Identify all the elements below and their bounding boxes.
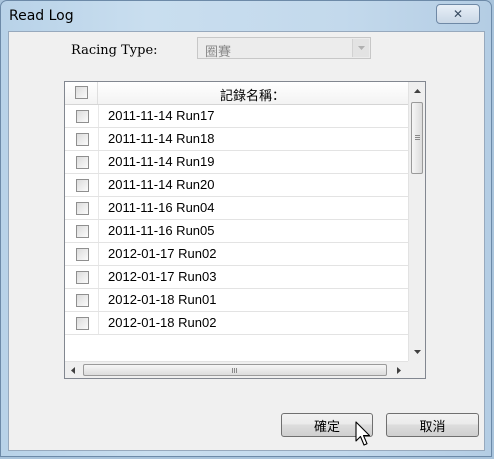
list-item[interactable]: 2012-01-18 Run02 — [65, 312, 415, 335]
column-header-record-name[interactable]: 記錄名稱： — [220, 85, 285, 104]
list-item[interactable]: 2012-01-17 Run03 — [65, 266, 415, 289]
list-rows: 2011-11-14 Run17 2011-11-14 Run18 2011-11-… — [65, 105, 415, 335]
vertical-scrollbar[interactable] — [408, 82, 425, 361]
list-item[interactable]: 2012-01-17 Run02 — [65, 243, 415, 266]
arrow-down-icon — [413, 349, 421, 354]
racing-type-dropdown[interactable]: 圈賽 — [197, 37, 371, 60]
record-name: 2012-01-17 Run02 — [108, 246, 217, 261]
racing-type-value: 圈賽 — [205, 45, 232, 60]
list-item[interactable]: 2011-11-14 Run18 — [65, 128, 415, 151]
row-checkbox[interactable] — [76, 271, 89, 284]
list-item[interactable]: 2012-01-18 Run01 — [65, 289, 415, 312]
row-checkbox[interactable] — [76, 317, 89, 330]
record-name: 2011-11-14 Run20 — [108, 177, 215, 192]
record-name: 2012-01-18 Run02 — [108, 315, 217, 330]
grip-line — [415, 139, 420, 140]
row-checkbox[interactable] — [76, 179, 89, 192]
dialog-title: Read Log — [9, 8, 74, 24]
grip-line — [232, 368, 233, 373]
column-separator — [98, 128, 99, 150]
close-button[interactable]: ✕ — [436, 4, 480, 24]
row-checkbox[interactable] — [76, 225, 89, 238]
log-list[interactable]: 記錄名稱： 2011-11-14 Run17 2011-11-14 Run18 20… — [64, 81, 426, 379]
grip-line — [234, 368, 235, 373]
record-name: 2011-11-14 Run19 — [108, 154, 215, 169]
list-item[interactable]: 2011-11-14 Run19 — [65, 151, 415, 174]
scrollbar-corner — [408, 361, 425, 378]
title-bar[interactable]: Read Log ✕ — [1, 1, 491, 31]
list-item[interactable]: 2011-11-16 Run05 — [65, 220, 415, 243]
scroll-right-button[interactable] — [391, 362, 407, 379]
column-separator — [98, 266, 99, 288]
column-separator — [98, 289, 99, 311]
list-item[interactable]: 2011-11-16 Run04 — [65, 197, 415, 220]
scroll-up-button[interactable] — [409, 82, 425, 99]
row-checkbox[interactable] — [76, 110, 89, 123]
header-check-cell — [65, 82, 98, 104]
mouse-cursor-icon — [355, 421, 371, 446]
row-checkbox[interactable] — [76, 248, 89, 261]
column-separator — [98, 174, 99, 196]
arrow-left-icon — [71, 367, 75, 374]
column-separator — [98, 312, 99, 334]
list-item[interactable]: 2011-11-14 Run17 — [65, 105, 415, 128]
record-name: 2011-11-16 Run05 — [108, 223, 215, 238]
list-item[interactable]: 2011-11-14 Run20 — [65, 174, 415, 197]
column-separator — [98, 197, 99, 219]
record-name: 2012-01-17 Run03 — [108, 269, 217, 284]
record-name: 2012-01-18 Run01 — [108, 292, 217, 307]
arrow-right-icon — [397, 367, 401, 374]
arrow-up-icon — [413, 88, 421, 93]
row-checkbox[interactable] — [76, 294, 89, 307]
select-all-checkbox[interactable] — [75, 86, 88, 99]
record-name: 2011-11-14 Run18 — [108, 131, 215, 146]
chevron-down-icon[interactable] — [352, 39, 369, 57]
close-icon: ✕ — [452, 7, 464, 21]
grip-line — [415, 135, 420, 136]
column-separator — [98, 243, 99, 265]
cancel-button[interactable]: 取消 — [386, 413, 479, 437]
grip-line — [236, 368, 237, 373]
vertical-scroll-thumb[interactable] — [411, 102, 423, 174]
record-name: 2011-11-16 Run04 — [108, 200, 215, 215]
column-separator — [98, 220, 99, 242]
row-checkbox[interactable] — [76, 202, 89, 215]
column-separator — [98, 105, 99, 127]
racing-type-label: Racing Type: — [71, 43, 158, 58]
read-log-dialog: Read Log ✕ Racing Type: 圈賽 記錄名稱： 2011-11… — [0, 0, 492, 457]
scroll-left-button[interactable] — [65, 362, 81, 379]
horizontal-scroll-thumb[interactable] — [83, 364, 387, 376]
grip-line — [415, 137, 420, 138]
horizontal-scrollbar[interactable] — [65, 361, 425, 378]
record-name: 2011-11-14 Run17 — [108, 108, 215, 123]
column-separator — [98, 151, 99, 173]
scroll-down-button[interactable] — [409, 343, 425, 360]
list-header: 記錄名稱： — [65, 82, 415, 105]
row-checkbox[interactable] — [76, 133, 89, 146]
row-checkbox[interactable] — [76, 156, 89, 169]
